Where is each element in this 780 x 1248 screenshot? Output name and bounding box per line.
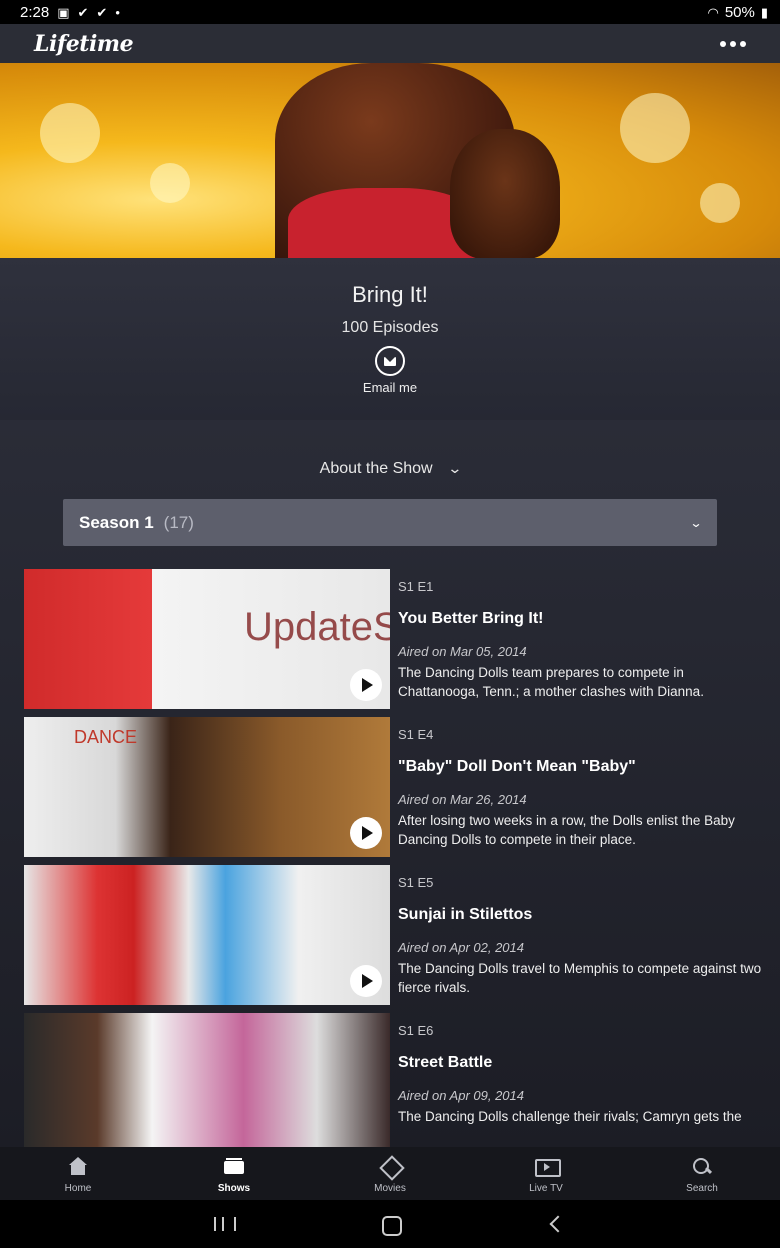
- more-options-button[interactable]: [720, 40, 746, 47]
- chevron-down-icon: ⌄: [689, 515, 703, 530]
- episode-title: You Better Bring It!: [398, 610, 544, 627]
- episode-aired-date: Aired on Mar 26, 2014: [398, 792, 527, 807]
- nav-search[interactable]: Search: [624, 1147, 780, 1200]
- episode-row[interactable]: DANCE S1 E4 "Baby" Doll Don't Mean "Baby…: [24, 717, 764, 857]
- image-notification-icon: ▣: [57, 4, 70, 20]
- nav-movies[interactable]: Movies: [312, 1147, 468, 1200]
- nav-home[interactable]: Home: [0, 1147, 156, 1200]
- thumbnail-watermark: UpdateSta: [244, 605, 390, 649]
- bottom-nav: Home Shows Movies Live TV Search: [0, 1147, 780, 1200]
- about-the-show-toggle[interactable]: About the Show ⌄: [0, 460, 780, 478]
- episode-description: The Dancing Dolls team prepares to compe…: [398, 665, 704, 699]
- status-bar: 2:28 ▣ ✔ ✔ • ◠ 50% ▮: [0, 0, 780, 24]
- check-notification-icon: ✔: [77, 4, 89, 20]
- more-horizontal-icon: [720, 40, 726, 47]
- email-icon: [375, 346, 405, 376]
- shows-icon: [223, 1157, 245, 1177]
- episode-code: S1 E4: [398, 727, 434, 742]
- episode-code: S1 E6: [398, 1023, 434, 1038]
- episode-aired-date: Aired on Apr 09, 2014: [398, 1088, 524, 1103]
- chevron-down-icon: ⌄: [446, 460, 463, 476]
- status-time: 2:28: [20, 3, 50, 21]
- search-icon: [691, 1157, 713, 1177]
- dot-icon: •: [115, 4, 120, 20]
- show-info: Bring It! 100 Episodes Email me: [0, 258, 780, 420]
- system-nav-bar: [0, 1200, 780, 1248]
- email-me-button[interactable]: Email me: [340, 346, 440, 398]
- home-icon: [67, 1157, 89, 1177]
- back-icon[interactable]: [537, 1209, 577, 1239]
- episode-thumbnail[interactable]: UpdateSta: [24, 569, 390, 709]
- nav-live-tv[interactable]: Live TV: [468, 1147, 624, 1200]
- episode-row[interactable]: S1 E6 Street Battle Aired on Apr 09, 201…: [24, 1013, 764, 1147]
- episode-row[interactable]: S1 E5 Sunjai in Stilettos Aired on Apr 0…: [24, 865, 764, 1005]
- nav-shows[interactable]: Shows: [156, 1147, 312, 1200]
- about-label: About the Show: [319, 460, 433, 477]
- episode-title: Sunjai in Stilettos: [398, 906, 533, 923]
- episode-thumbnail[interactable]: DANCE: [24, 717, 390, 857]
- episode-thumbnail[interactable]: [24, 865, 390, 1005]
- show-title: Bring It!: [352, 282, 428, 307]
- battery-icon: ▮: [760, 4, 768, 20]
- live-tv-icon: [535, 1157, 561, 1177]
- episodes-section: About the Show ⌄ Season 1 (17) ⌄ UpdateSt…: [0, 420, 780, 1147]
- season-name: Season 1: [79, 512, 154, 532]
- movies-icon: [379, 1157, 401, 1177]
- play-icon[interactable]: [350, 669, 382, 701]
- episode-aired-date: Aired on Apr 02, 2014: [398, 940, 524, 955]
- episode-title: "Baby" Doll Don't Mean "Baby": [398, 758, 636, 775]
- show-hero-image: [0, 63, 780, 258]
- play-icon[interactable]: [350, 817, 382, 849]
- episode-description: The Dancing Dolls travel to Memphis to c…: [398, 961, 762, 995]
- email-me-label: Email me: [362, 380, 418, 395]
- recents-icon[interactable]: [203, 1209, 243, 1239]
- episode-code: S1 E1: [398, 579, 434, 594]
- episode-count: 100 Episodes: [341, 319, 439, 336]
- episode-title: Street Battle: [398, 1054, 493, 1071]
- app-header: Lifetime: [0, 24, 780, 63]
- season-dropdown[interactable]: Season 1 (17) ⌄: [63, 499, 717, 546]
- battery-percent: 50%: [724, 3, 755, 21]
- episode-description: After losing two weeks in a row, the Dol…: [398, 813, 735, 847]
- season-episode-count: (17): [163, 512, 194, 532]
- episode-code: S1 E5: [398, 875, 434, 890]
- episode-aired-date: Aired on Mar 05, 2014: [398, 644, 527, 659]
- episode-thumbnail[interactable]: [24, 1013, 390, 1147]
- thumbnail-text: DANCE: [74, 727, 138, 747]
- lifetime-logo[interactable]: Lifetime: [34, 31, 134, 57]
- check-notification-icon: ✔: [96, 4, 108, 20]
- system-home-icon[interactable]: [370, 1209, 410, 1239]
- play-icon[interactable]: [350, 965, 382, 997]
- wifi-icon: ◠: [707, 4, 719, 20]
- episode-row[interactable]: UpdateSta S1 E1 You Better Bring It! Air…: [24, 569, 764, 709]
- episode-description: The Dancing Dolls challenge their rivals…: [398, 1109, 742, 1124]
